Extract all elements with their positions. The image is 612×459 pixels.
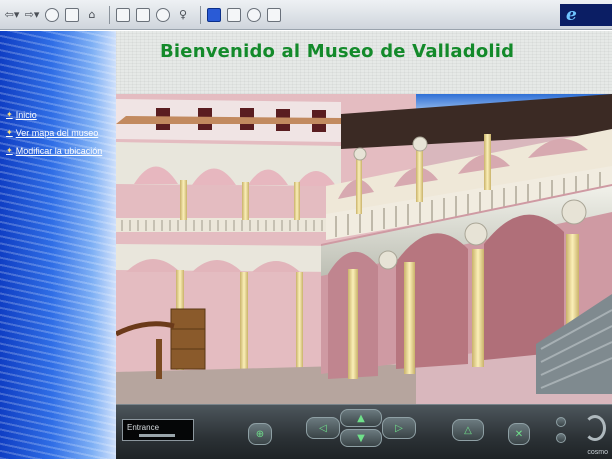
channels-icon[interactable]: ♀ bbox=[175, 5, 191, 25]
toolbar-divider bbox=[109, 5, 110, 24]
nav-link-ver-mapa[interactable]: ✦ Ver mapa del museo bbox=[6, 127, 110, 139]
search-icon[interactable] bbox=[115, 5, 131, 25]
slide-right-icon[interactable]: ▷ bbox=[382, 417, 416, 439]
browser-logo-letter: e bbox=[566, 5, 577, 25]
back-icon[interactable]: ⇦▾ bbox=[4, 5, 20, 25]
side-nav: ✦ Inicio ✦ Ver mapa del museo ✦ Modifica… bbox=[6, 109, 110, 163]
back-balustrade bbox=[116, 218, 341, 232]
cosmo-logo-icon bbox=[584, 415, 606, 441]
option-dot-icon[interactable] bbox=[556, 417, 566, 427]
option-dot-icon[interactable] bbox=[556, 433, 566, 443]
mail-icon[interactable] bbox=[226, 5, 242, 25]
home-icon[interactable]: ⌂ bbox=[84, 5, 100, 25]
nav-link-modificar-ubicacion[interactable]: ✦ Modificar la ubicación bbox=[6, 145, 110, 157]
browser-logo-icon: e bbox=[560, 4, 612, 26]
slide-left-icon[interactable]: ◁ bbox=[306, 417, 340, 439]
sparkle-bullet-icon: ✦ bbox=[6, 146, 13, 155]
print-icon[interactable] bbox=[246, 5, 262, 25]
straighten-icon[interactable]: ✕ bbox=[508, 423, 530, 445]
zoom-icon[interactable]: ⊕ bbox=[248, 423, 272, 445]
page-title: Bienvenido al Museo de Valladolid bbox=[160, 41, 515, 62]
sparkle-bullet-icon: ✦ bbox=[6, 128, 13, 137]
vrml-navigation-bar: Entrance ⊕ ◁ ▲ ▼ ▷ △ ✕ cosmo bbox=[116, 404, 612, 459]
move-forward-icon[interactable]: ▲ bbox=[340, 409, 382, 427]
history-icon[interactable] bbox=[155, 5, 171, 25]
fullscreen-icon[interactable] bbox=[206, 5, 222, 25]
nav-link-label: Ver mapa del museo bbox=[15, 128, 99, 138]
page-header: Bienvenido al Museo de Valladolid bbox=[116, 31, 612, 94]
sidebar: ✦ Inicio ✦ Ver mapa del museo ✦ Modifica… bbox=[0, 31, 116, 459]
browser-toolbar: ⇦▾ ⇨▾ ⌂ ♀ e bbox=[0, 0, 612, 30]
courtyard-scene bbox=[116, 94, 612, 404]
viewpoint-label: Entrance bbox=[127, 423, 160, 432]
cosmo-brand-label: cosmo bbox=[587, 449, 608, 456]
vrml-3d-viewport[interactable] bbox=[116, 94, 612, 404]
back-upper-arcade bbox=[116, 142, 341, 186]
refresh-icon[interactable] bbox=[64, 5, 80, 25]
edit-icon[interactable] bbox=[266, 5, 282, 25]
toolbar-divider bbox=[200, 5, 201, 24]
nav-link-label: Modificar la ubicación bbox=[15, 146, 103, 156]
move-back-icon[interactable]: ▼ bbox=[340, 429, 382, 447]
viewpoint-selector[interactable]: Entrance bbox=[122, 419, 194, 441]
tilt-icon[interactable]: △ bbox=[452, 419, 484, 441]
stop-icon[interactable] bbox=[44, 5, 60, 25]
favorites-icon[interactable] bbox=[135, 5, 151, 25]
forward-icon[interactable]: ⇨▾ bbox=[24, 5, 40, 25]
nav-link-inicio[interactable]: ✦ Inicio bbox=[6, 109, 110, 121]
wooden-door bbox=[170, 308, 206, 370]
viewpoint-slider[interactable] bbox=[139, 434, 175, 437]
sparkle-bullet-icon: ✦ bbox=[6, 110, 13, 119]
nav-link-label: Inicio bbox=[15, 110, 37, 120]
